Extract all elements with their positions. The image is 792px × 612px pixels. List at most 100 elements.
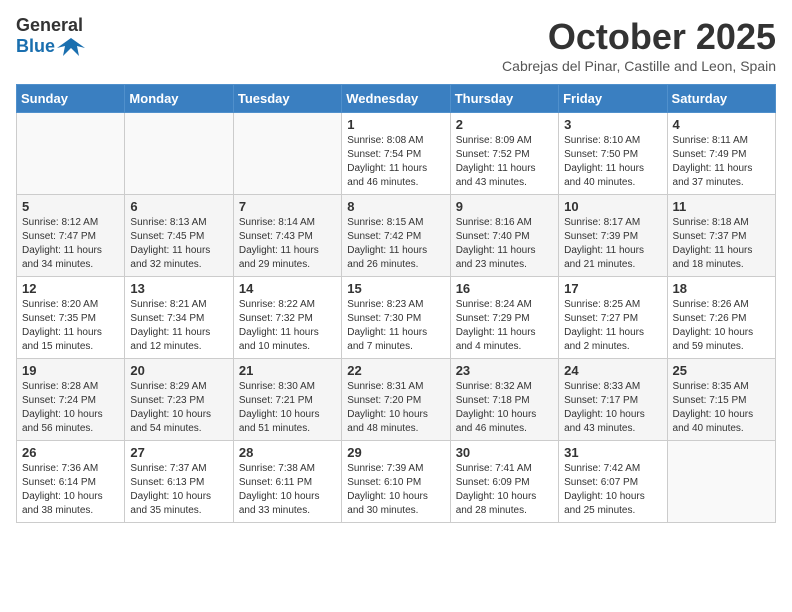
weekday-header-tuesday: Tuesday (233, 85, 341, 113)
day-number: 18 (673, 281, 770, 296)
day-info: Sunrise: 7:37 AM Sunset: 6:13 PM Dayligh… (130, 462, 227, 518)
calendar-week-2: 5 Sunrise: 8:12 AM Sunset: 7:47 PM Daylig… (17, 195, 776, 277)
day-number: 31 (564, 445, 661, 460)
calendar-cell: 29Sunrise: 7:39 AM Sunset: 6:10 PM Dayli… (342, 441, 450, 523)
day-info: Sunrise: 8:26 AM Sunset: 7:26 PM Dayligh… (673, 298, 770, 354)
calendar-cell: 11 Sunrise: 8:18 AM Sunset: 7:37 PM Dayli… (667, 195, 775, 277)
calendar-cell: 12Sunrise: 8:20 AM Sunset: 7:35 PM Dayli… (17, 277, 125, 359)
day-info: Sunrise: 7:41 AM Sunset: 6:09 PM Dayligh… (456, 462, 553, 518)
weekday-header-wednesday: Wednesday (342, 85, 450, 113)
calendar-cell: 4 Sunrise: 8:11 AM Sunset: 7:49 PM Daylig… (667, 113, 775, 195)
day-number: 25 (673, 363, 770, 378)
day-number: 15 (347, 281, 444, 296)
calendar-cell: 20 Sunrise: 8:29 AM Sunset: 7:23 PM Dayli… (125, 359, 233, 441)
day-number: 14 (239, 281, 336, 296)
weekday-header-friday: Friday (559, 85, 667, 113)
calendar-cell: 14 Sunrise: 8:22 AM Sunset: 7:32 PM Dayli… (233, 277, 341, 359)
day-number: 11 (673, 199, 770, 214)
logo: General Blue (16, 16, 85, 58)
day-info: Sunrise: 8:08 AM Sunset: 7:54 PM Dayligh… (347, 134, 444, 190)
day-info: Sunrise: 8:20 AM Sunset: 7:35 PM Dayligh… (22, 298, 119, 354)
calendar-cell: 31 Sunrise: 7:42 AM Sunset: 6:07 PM Dayli… (559, 441, 667, 523)
calendar-week-5: 26Sunrise: 7:36 AM Sunset: 6:14 PM Dayli… (17, 441, 776, 523)
calendar-cell: 5 Sunrise: 8:12 AM Sunset: 7:47 PM Daylig… (17, 195, 125, 277)
calendar-cell: 22 Sunrise: 8:31 AM Sunset: 7:20 PM Dayli… (342, 359, 450, 441)
header: General Blue October 2025 Cabrejas del P… (16, 16, 776, 74)
day-info: Sunrise: 7:38 AM Sunset: 6:11 PM Dayligh… (239, 462, 336, 518)
day-number: 4 (673, 117, 770, 132)
calendar-cell (125, 113, 233, 195)
calendar-cell: 21Sunrise: 8:30 AM Sunset: 7:21 PM Dayli… (233, 359, 341, 441)
day-number: 7 (239, 199, 336, 214)
day-number: 13 (130, 281, 227, 296)
calendar-cell (233, 113, 341, 195)
day-number: 5 (22, 199, 119, 214)
day-info: Sunrise: 8:11 AM Sunset: 7:49 PM Dayligh… (673, 134, 770, 190)
day-info: Sunrise: 8:09 AM Sunset: 7:52 PM Dayligh… (456, 134, 553, 190)
calendar-week-1: 1 Sunrise: 8:08 AM Sunset: 7:54 PM Daylig… (17, 113, 776, 195)
calendar-cell: 23Sunrise: 8:32 AM Sunset: 7:18 PM Dayli… (450, 359, 558, 441)
weekday-header-saturday: Saturday (667, 85, 775, 113)
calendar-cell: 28 Sunrise: 7:38 AM Sunset: 6:11 PM Dayli… (233, 441, 341, 523)
calendar-cell: 6 Sunrise: 8:13 AM Sunset: 7:45 PM Daylig… (125, 195, 233, 277)
day-number: 16 (456, 281, 553, 296)
day-number: 17 (564, 281, 661, 296)
day-info: Sunrise: 7:39 AM Sunset: 6:10 PM Dayligh… (347, 462, 444, 518)
calendar-cell: 25 Sunrise: 8:35 AM Sunset: 7:15 PM Dayli… (667, 359, 775, 441)
day-info: Sunrise: 8:21 AM Sunset: 7:34 PM Dayligh… (130, 298, 227, 354)
day-number: 19 (22, 363, 119, 378)
day-number: 1 (347, 117, 444, 132)
day-info: Sunrise: 8:18 AM Sunset: 7:37 PM Dayligh… (673, 216, 770, 272)
location-subtitle: Cabrejas del Pinar, Castille and Leon, S… (502, 58, 776, 74)
calendar-cell: 9Sunrise: 8:16 AM Sunset: 7:40 PM Daylig… (450, 195, 558, 277)
day-info: Sunrise: 8:29 AM Sunset: 7:23 PM Dayligh… (130, 380, 227, 436)
day-number: 30 (456, 445, 553, 460)
day-info: Sunrise: 8:35 AM Sunset: 7:15 PM Dayligh… (673, 380, 770, 436)
calendar-cell: 15 Sunrise: 8:23 AM Sunset: 7:30 PM Dayli… (342, 277, 450, 359)
logo-blue: Blue (16, 37, 55, 57)
day-number: 10 (564, 199, 661, 214)
day-number: 23 (456, 363, 553, 378)
day-number: 21 (239, 363, 336, 378)
day-info: Sunrise: 8:13 AM Sunset: 7:45 PM Dayligh… (130, 216, 227, 272)
calendar-cell (17, 113, 125, 195)
day-number: 26 (22, 445, 119, 460)
calendar-cell: 30 Sunrise: 7:41 AM Sunset: 6:09 PM Dayli… (450, 441, 558, 523)
calendar-table: SundayMondayTuesdayWednesdayThursdayFrid… (16, 84, 776, 523)
calendar-cell: 16Sunrise: 8:24 AM Sunset: 7:29 PM Dayli… (450, 277, 558, 359)
weekday-header-thursday: Thursday (450, 85, 558, 113)
calendar-week-3: 12Sunrise: 8:20 AM Sunset: 7:35 PM Dayli… (17, 277, 776, 359)
day-info: Sunrise: 8:17 AM Sunset: 7:39 PM Dayligh… (564, 216, 661, 272)
day-number: 22 (347, 363, 444, 378)
day-info: Sunrise: 8:33 AM Sunset: 7:17 PM Dayligh… (564, 380, 661, 436)
day-number: 9 (456, 199, 553, 214)
weekday-header-monday: Monday (125, 85, 233, 113)
calendar-cell: 26Sunrise: 7:36 AM Sunset: 6:14 PM Dayli… (17, 441, 125, 523)
weekday-header-row: SundayMondayTuesdayWednesdayThursdayFrid… (17, 85, 776, 113)
day-number: 3 (564, 117, 661, 132)
logo-bird-icon (57, 36, 85, 58)
day-info: Sunrise: 8:12 AM Sunset: 7:47 PM Dayligh… (22, 216, 119, 272)
weekday-header-sunday: Sunday (17, 85, 125, 113)
day-info: Sunrise: 7:42 AM Sunset: 6:07 PM Dayligh… (564, 462, 661, 518)
logo-general: General (16, 16, 83, 36)
calendar-cell: 18 Sunrise: 8:26 AM Sunset: 7:26 PM Dayli… (667, 277, 775, 359)
day-info: Sunrise: 8:22 AM Sunset: 7:32 PM Dayligh… (239, 298, 336, 354)
calendar-week-4: 19 Sunrise: 8:28 AM Sunset: 7:24 PM Dayli… (17, 359, 776, 441)
calendar-cell: 7 Sunrise: 8:14 AM Sunset: 7:43 PM Daylig… (233, 195, 341, 277)
day-info: Sunrise: 8:23 AM Sunset: 7:30 PM Dayligh… (347, 298, 444, 354)
day-number: 28 (239, 445, 336, 460)
calendar-cell: 3 Sunrise: 8:10 AM Sunset: 7:50 PM Daylig… (559, 113, 667, 195)
day-number: 20 (130, 363, 227, 378)
day-info: Sunrise: 8:14 AM Sunset: 7:43 PM Dayligh… (239, 216, 336, 272)
day-info: Sunrise: 8:31 AM Sunset: 7:20 PM Dayligh… (347, 380, 444, 436)
day-info: Sunrise: 8:15 AM Sunset: 7:42 PM Dayligh… (347, 216, 444, 272)
day-info: Sunrise: 8:28 AM Sunset: 7:24 PM Dayligh… (22, 380, 119, 436)
day-number: 8 (347, 199, 444, 214)
calendar-cell: 17Sunrise: 8:25 AM Sunset: 7:27 PM Dayli… (559, 277, 667, 359)
calendar-cell: 13 Sunrise: 8:21 AM Sunset: 7:34 PM Dayli… (125, 277, 233, 359)
calendar-cell: 8 Sunrise: 8:15 AM Sunset: 7:42 PM Daylig… (342, 195, 450, 277)
day-number: 6 (130, 199, 227, 214)
day-info: Sunrise: 8:10 AM Sunset: 7:50 PM Dayligh… (564, 134, 661, 190)
day-number: 24 (564, 363, 661, 378)
